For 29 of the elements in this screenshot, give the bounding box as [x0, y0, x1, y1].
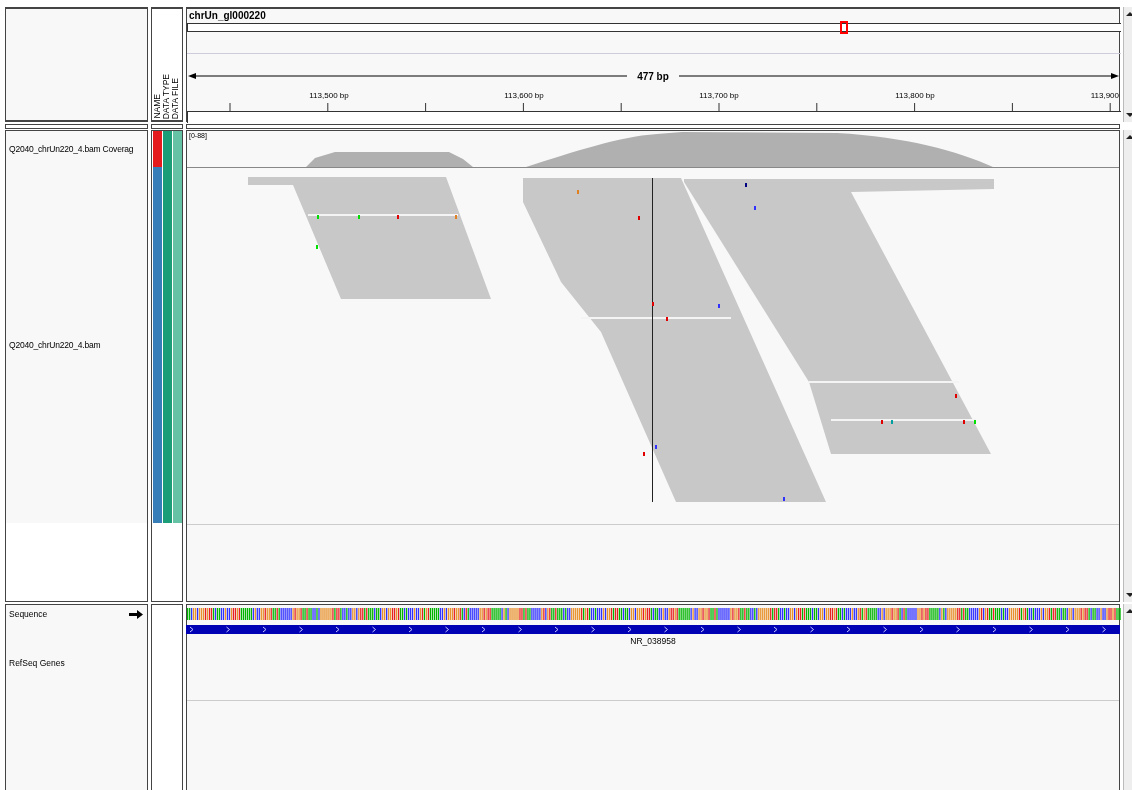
attribute-header[interactable]: DATA TYPE — [162, 73, 171, 120]
attribute-cell[interactable] — [163, 167, 172, 523]
attribute-cell[interactable] — [173, 131, 182, 167]
attribute-cell[interactable] — [163, 131, 172, 167]
attribute-cell[interactable] — [153, 131, 162, 167]
gene-label: NR_038958 — [630, 636, 676, 646]
track-name[interactable]: Q2040_chrUn220_4.bam — [9, 340, 101, 350]
track-name[interactable]: Sequence — [9, 609, 48, 619]
chromosome-ideogram[interactable] — [187, 23, 1121, 32]
attribute-header[interactable]: DATA FILE — [171, 77, 180, 120]
tick-label: 113,700 bp — [699, 91, 739, 100]
chromosome-name: chrUn_gl000220 — [189, 10, 266, 21]
scroll-up-icon[interactable] — [1126, 12, 1132, 16]
attribute-header[interactable]: NAME — [153, 94, 162, 120]
strand-arrow-icon[interactable] — [129, 609, 143, 619]
tick-label: 113,500 bp — [309, 91, 349, 100]
scroll-up-icon[interactable] — [1126, 135, 1132, 139]
scroll-down-icon[interactable] — [1126, 113, 1132, 117]
track-name[interactable]: RefSeq Genes — [9, 658, 65, 668]
scrollbar[interactable] — [1123, 7, 1132, 122]
current-region-marker — [840, 21, 848, 34]
tick-label: 113,600 bp — [504, 91, 544, 100]
tick-label: 113,900 — [1090, 91, 1119, 100]
scroll-down-icon[interactable] — [1126, 593, 1132, 597]
scroll-up-icon[interactable] — [1126, 609, 1132, 613]
attribute-cell[interactable] — [153, 167, 162, 523]
tick-label: 113,800 bp — [895, 91, 935, 100]
span-label: 477 bp — [637, 71, 669, 82]
attribute-cell[interactable] — [173, 167, 182, 523]
